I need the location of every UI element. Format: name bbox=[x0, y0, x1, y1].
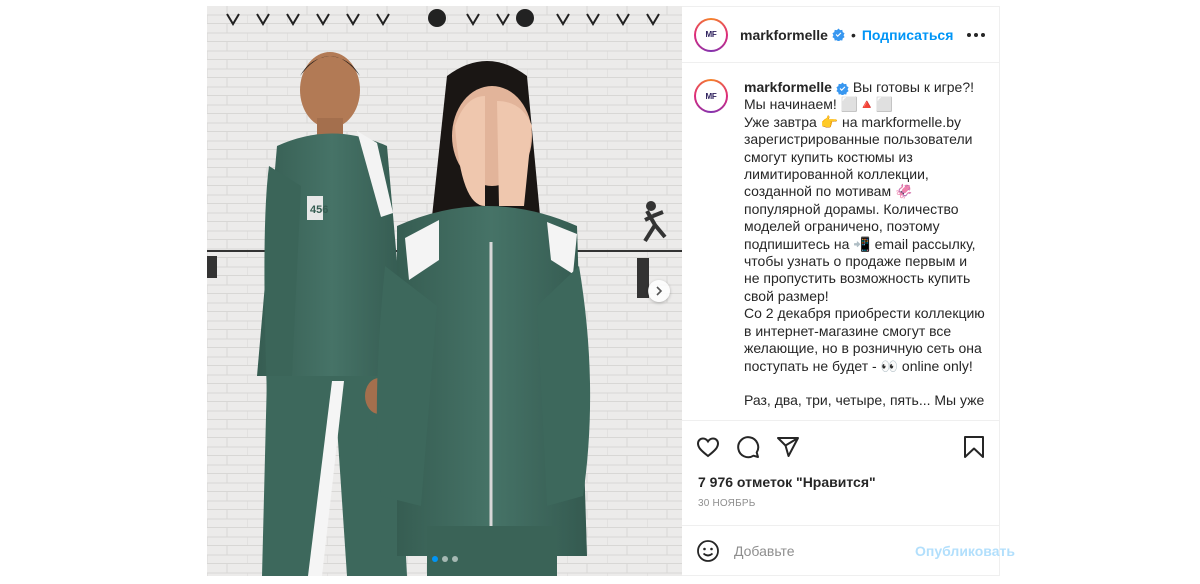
caption-username[interactable]: markformelle bbox=[744, 79, 832, 95]
emoji-icon bbox=[697, 539, 719, 562]
carousel-dot bbox=[441, 556, 448, 562]
avatar[interactable]: MF bbox=[694, 79, 728, 113]
more-options-button[interactable] bbox=[967, 32, 985, 37]
verified-icon bbox=[832, 28, 845, 41]
comment-button[interactable] bbox=[736, 435, 760, 459]
verified-icon bbox=[836, 82, 849, 95]
share-button[interactable] bbox=[776, 435, 800, 459]
separator-dot: • bbox=[850, 26, 856, 43]
post-media[interactable]: 456 bbox=[207, 6, 682, 576]
follow-button[interactable]: Подписаться bbox=[862, 27, 954, 43]
caption-section: MF markformelle Вы готовы к игре?! Мы на… bbox=[682, 63, 999, 420]
more-icon bbox=[967, 32, 971, 37]
save-button[interactable] bbox=[963, 435, 985, 459]
svg-text:456: 456 bbox=[310, 204, 328, 216]
bookmark-icon bbox=[964, 435, 984, 458]
post-date[interactable]: 30 НОЯБРЬ bbox=[682, 498, 999, 514]
next-slide-button[interactable] bbox=[648, 280, 670, 302]
chevron-right-icon bbox=[656, 286, 663, 296]
brand-logo: MF bbox=[705, 91, 717, 101]
emoji-button[interactable] bbox=[696, 539, 720, 563]
likes-count[interactable]: 7 976 отметок "Нравится" bbox=[682, 472, 999, 492]
avatar[interactable]: MF bbox=[694, 17, 728, 52]
username-link[interactable]: markformelle bbox=[740, 27, 828, 43]
carousel-dot bbox=[451, 556, 458, 562]
post-photo: 456 bbox=[207, 6, 682, 576]
carousel-dot bbox=[431, 556, 438, 562]
comment-form: Опубликовать bbox=[682, 525, 1015, 575]
comment-input[interactable] bbox=[734, 542, 915, 559]
publish-button[interactable]: Опубликовать bbox=[915, 543, 1015, 559]
carousel-indicator bbox=[207, 556, 682, 562]
like-button[interactable] bbox=[696, 435, 720, 459]
action-bar bbox=[682, 420, 999, 472]
caption-text: Вы готовы к игре?! Мы начинаем! ⬜🔺⬜ Уже … bbox=[744, 79, 985, 409]
heart-icon bbox=[696, 436, 720, 457]
comment-icon bbox=[737, 435, 760, 458]
post-header: MF markformelle • Подписаться bbox=[682, 7, 999, 63]
share-icon bbox=[777, 436, 799, 457]
post-sidebar: MF markformelle • Подписаться MF markfor… bbox=[682, 6, 1015, 576]
caption-text-block: markformelle Вы готовы к игре?! Мы начин… bbox=[744, 79, 985, 420]
brand-logo: MF bbox=[705, 30, 717, 39]
